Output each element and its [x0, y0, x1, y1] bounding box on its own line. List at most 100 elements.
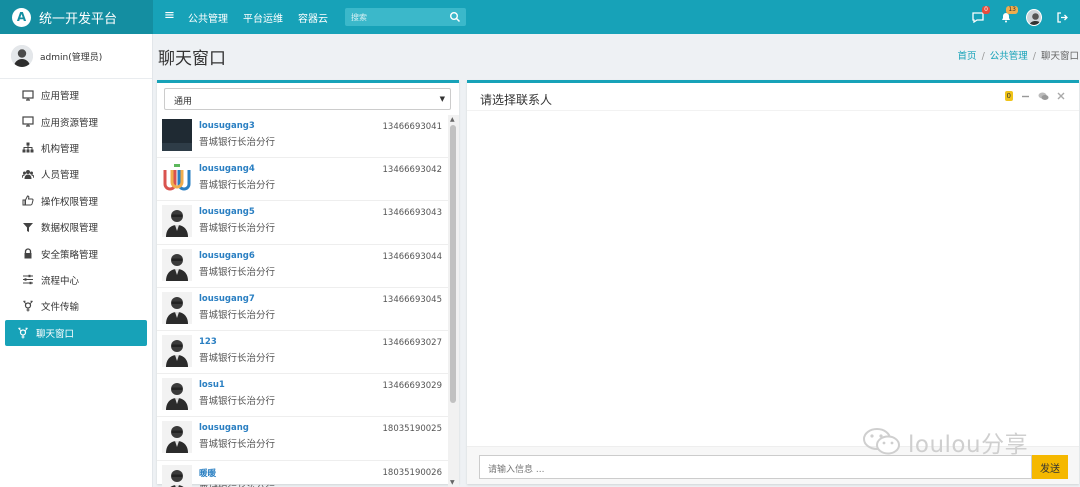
watermark-text: loulou分享 — [908, 432, 1029, 458]
contact-info: lousugang5 晋城银行长治分行 — [199, 201, 275, 243]
chat-title: 请选择联系人 — [480, 93, 553, 107]
sidebar-item-label: 人员管理 — [41, 170, 80, 182]
breadcrumb-section[interactable]: 公共管理 — [990, 51, 1028, 62]
contact-name[interactable]: losu1 — [199, 380, 275, 390]
sidebar-item-workflow[interactable]: 流程中心 — [5, 267, 147, 293]
comments-icon[interactable] — [1038, 92, 1049, 101]
breadcrumb-sep: / — [981, 51, 985, 62]
sidebar-item-org[interactable]: 机构管理 — [5, 135, 147, 161]
contact-name[interactable]: lousugang6 — [199, 251, 275, 261]
sidebar-item-label: 安全策略管理 — [41, 249, 99, 261]
transfer-icon — [22, 300, 34, 312]
sidebar-item-label: 操作权限管理 — [41, 196, 99, 208]
lock-icon — [22, 248, 34, 260]
contact-name[interactable]: lousugang3 — [199, 121, 275, 131]
list-item[interactable]: lousugang7 晋城银行长治分行 13466693045 — [157, 288, 448, 331]
list-item[interactable]: lousugang5 晋城银行长治分行 13466693043 — [157, 201, 448, 245]
contact-phone: 18035190026 — [382, 467, 443, 478]
contact-info: lousugang4 晋城银行长治分行 — [199, 158, 275, 200]
send-button[interactable]: 发送 — [1032, 455, 1068, 479]
list-item[interactable]: 123 晋城银行长治分行 13466693027 — [157, 331, 448, 375]
contact-org: 晋城银行长治分行 — [199, 223, 276, 235]
monitor-icon — [22, 116, 34, 128]
list-item[interactable]: lousugang4 晋城银行长治分行 13466693042 — [157, 158, 448, 202]
list-item[interactable]: losu1 晋城银行长治分行 13466693029 — [157, 374, 448, 418]
avatar — [162, 334, 192, 367]
sidebar-item-label: 应用管理 — [41, 91, 80, 103]
contact-phone: 13466693045 — [382, 294, 443, 305]
sidebar-item-security[interactable]: 安全策略管理 — [5, 240, 147, 266]
contact-phone: 13466693027 — [382, 337, 443, 348]
list-item[interactable]: 暖暖晋城银行长治分行 18035190026 — [157, 461, 448, 487]
sidebar-item-chat[interactable]: 聊天窗口 — [5, 319, 147, 346]
contact-org: 晋城银行长治分行 — [199, 266, 276, 278]
topnav-item-public[interactable]: 公共管理 — [188, 10, 228, 25]
sidebar-item-op-permission[interactable]: 操作权限管理 — [5, 188, 147, 214]
list-item[interactable]: lousugang3 晋城银行长治分行 13466693041 — [157, 115, 448, 159]
scroll-down-icon[interactable]: ▼ — [450, 479, 455, 486]
contact-org: 晋城银行长治分行 — [199, 439, 276, 451]
avatar — [162, 205, 192, 238]
contact-org: 晋城银行长治分行 — [199, 396, 276, 408]
contacts-panel: 通用 ▼ lousugang3 晋城银行长治分行 13466693041 lousug… — [157, 80, 459, 487]
avatar — [1026, 8, 1042, 26]
topnav-item-ops[interactable]: 平台运维 — [243, 10, 283, 25]
close-icon[interactable] — [1057, 92, 1065, 100]
top-nav: 公共管理 平台运维 容器云 — [188, 0, 343, 34]
avatar — [162, 291, 192, 324]
contact-name[interactable]: 123 — [199, 337, 275, 347]
avatar — [162, 119, 192, 151]
contact-list-scrollbar[interactable]: ▲ ▼ — [448, 115, 459, 487]
notifications-button[interactable]: 13 — [998, 6, 1018, 26]
contact-info: lousugang3 晋城银行长治分行 — [199, 115, 275, 157]
menu-toggle-icon[interactable]: ≡ — [164, 9, 175, 22]
contact-org: 晋城银行长治分行 — [199, 309, 276, 321]
sidebar-item-label: 流程中心 — [41, 275, 80, 287]
chat-panel: 请选择联系人 0 请输入信息 ... 发送 — [467, 80, 1079, 484]
sidebar-item-label: 数据权限管理 — [41, 223, 99, 235]
search-icon[interactable] — [449, 11, 461, 23]
breadcrumb-sep: / — [1032, 51, 1036, 62]
group-select[interactable]: 通用 ▼ — [164, 88, 451, 110]
contact-phone: 13466693044 — [382, 251, 443, 262]
sidebar-item-file-transfer[interactable]: 文件传输 — [5, 293, 147, 319]
contact-name[interactable]: lousugang — [199, 423, 275, 433]
search-input[interactable]: 搜索 — [345, 8, 466, 26]
contact-name[interactable]: lousugang4 — [199, 164, 275, 174]
sliders-icon — [22, 274, 34, 286]
sidebar-item-users[interactable]: 人员管理 — [5, 161, 147, 187]
breadcrumb-home[interactable]: 首页 — [958, 51, 977, 62]
brand[interactable]: A 统一开发平台 — [0, 0, 153, 34]
messages-button[interactable]: 0 — [970, 6, 990, 26]
contact-org: 晋城银行长治分行 — [199, 482, 275, 487]
app-title: 统一开发平台 — [39, 11, 118, 27]
chat-tools: 0 — [1004, 91, 1065, 101]
minimize-icon[interactable] — [1021, 92, 1030, 101]
avatar — [162, 162, 192, 195]
contact-info: lousugang 晋城银行长治分行 — [199, 417, 275, 459]
list-item[interactable]: lousugang 晋城银行长治分行 18035190025 — [157, 417, 448, 461]
scroll-up-icon[interactable]: ▲ — [450, 116, 455, 123]
sidebar-item-app-management[interactable]: 应用管理 — [5, 82, 147, 108]
user-name: admin(管理员) — [40, 52, 103, 63]
scrollbar-thumb[interactable] — [450, 125, 456, 403]
contact-phone: 13466693043 — [382, 208, 443, 219]
top-navbar: A 统一开发平台 ≡ 公共管理 平台运维 容器云 搜索 0 13 — [0, 0, 1080, 34]
notifications-badge: 13 — [1006, 6, 1018, 14]
sidebar-item-label: 聊天窗口 — [36, 328, 75, 340]
contact-name[interactable]: lousugang5 — [199, 207, 275, 217]
thumb-icon — [22, 195, 34, 207]
avatar — [162, 421, 192, 454]
contact-name[interactable]: lousugang7 — [199, 294, 275, 304]
topnav-item-container[interactable]: 容器云 — [298, 10, 328, 25]
logout-button[interactable] — [1054, 8, 1070, 26]
user-panel[interactable]: admin(管理员) — [0, 34, 152, 79]
avatar — [162, 248, 192, 281]
list-item[interactable]: lousugang6 晋城银行长治分行 13466693044 — [157, 245, 448, 288]
contact-org: 晋城银行长治分行 — [199, 137, 276, 148]
sidebar-item-data-permission[interactable]: 数据权限管理 — [5, 214, 147, 240]
contact-name[interactable]: 暖暖 — [199, 467, 275, 479]
user-menu[interactable] — [1026, 8, 1042, 26]
sidebar-item-app-resource[interactable]: 应用资源管理 — [5, 108, 147, 134]
users-icon — [22, 168, 34, 180]
